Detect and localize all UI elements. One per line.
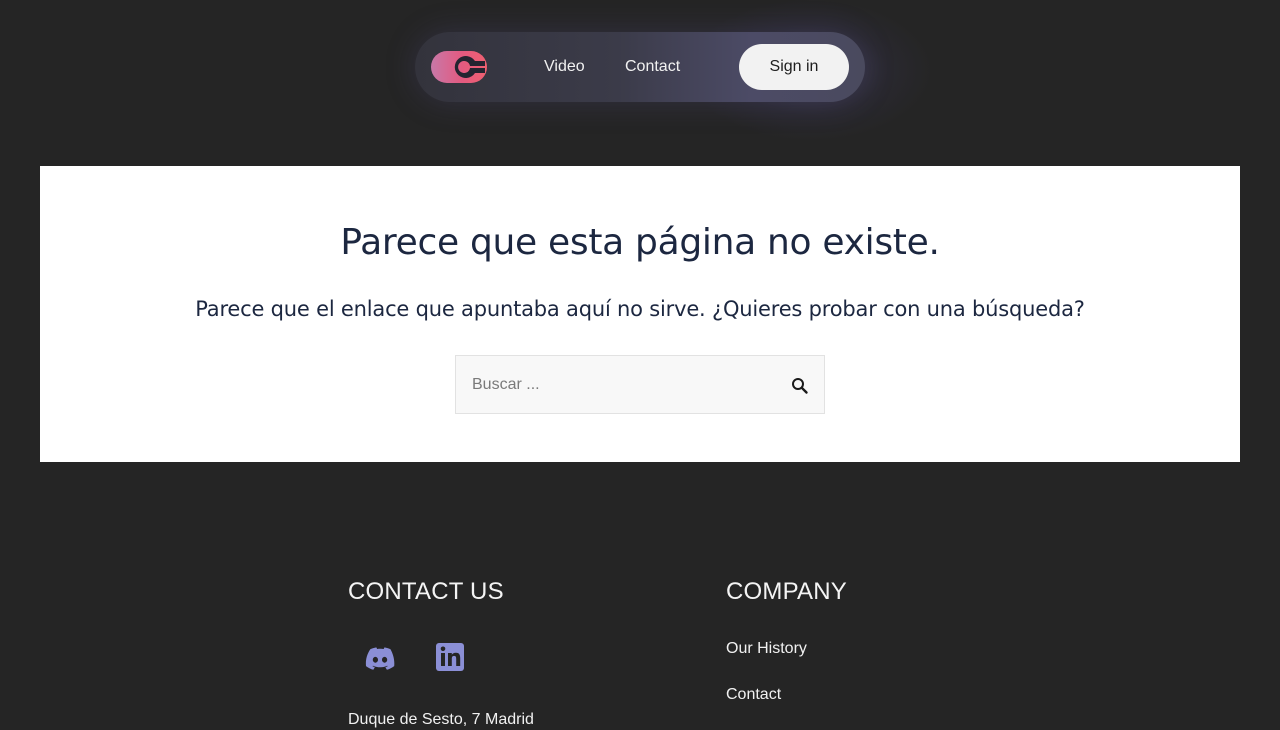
discord-icon[interactable] — [364, 640, 396, 674]
footer-link-contact[interactable]: Contact — [726, 685, 781, 705]
search-button[interactable] — [790, 376, 810, 396]
page-subtitle: Parece que el enlace que apuntaba aquí n… — [195, 297, 1085, 321]
search-input[interactable] — [456, 356, 776, 413]
nav-link-video[interactable]: Video — [544, 57, 585, 77]
footer-address: Duque de Sesto, 7 Madrid — [348, 711, 534, 728]
page-title: Parece que esta página no existe. — [340, 222, 940, 263]
sign-in-button[interactable]: Sign in — [739, 44, 849, 90]
footer-contact-section: CONTACT US Duque de Sesto, 7 Madrid — [348, 576, 534, 728]
search-icon — [792, 378, 808, 394]
footer-company-heading: COMPANY — [726, 578, 847, 605]
search-form — [455, 355, 825, 414]
footer-contact-heading: CONTACT US — [348, 578, 504, 605]
footer-company-section: COMPANY Our History Contact — [726, 576, 847, 703]
linkedin-icon[interactable] — [434, 640, 466, 674]
nav-link-contact[interactable]: Contact — [625, 57, 680, 77]
top-navigation: Video Contact Sign in — [415, 32, 865, 102]
social-links — [364, 640, 466, 674]
not-found-card: Parece que esta página no existe. Parece… — [40, 166, 1240, 462]
brand-logo-icon[interactable] — [431, 51, 487, 83]
footer-link-our-history[interactable]: Our History — [726, 639, 807, 659]
